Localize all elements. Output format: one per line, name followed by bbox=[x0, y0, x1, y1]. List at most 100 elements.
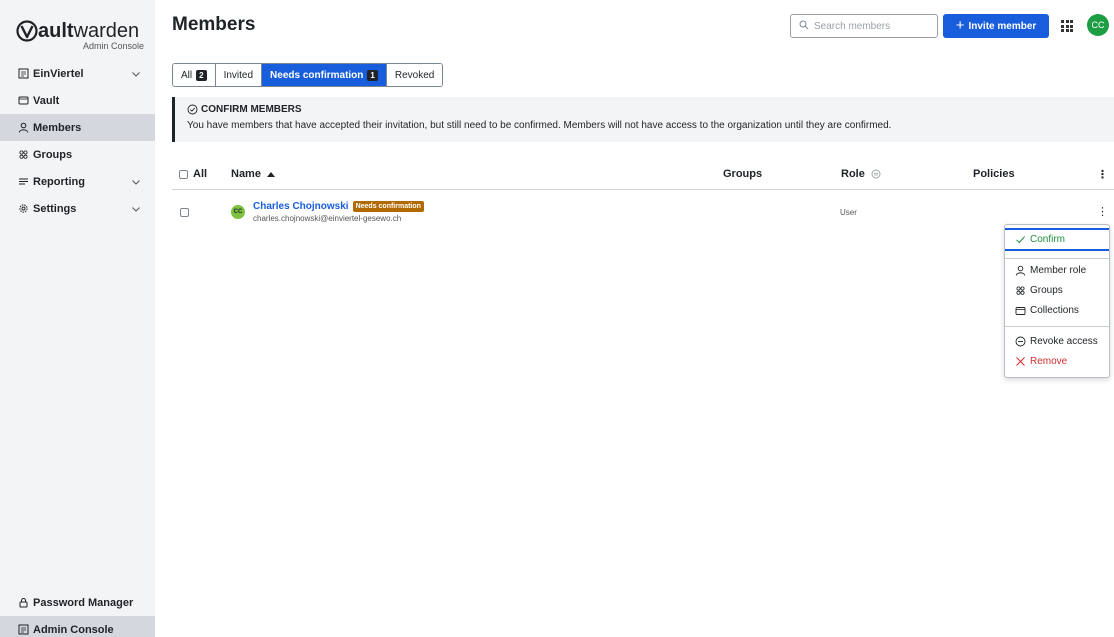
tab-needs-confirmation[interactable]: Needs confirmation 1 bbox=[262, 64, 387, 86]
sidebar-item-label: Password Manager bbox=[33, 596, 134, 609]
vault-icon bbox=[17, 95, 29, 107]
row-checkbox[interactable] bbox=[180, 208, 189, 217]
tab-label: Revoked bbox=[394, 69, 435, 81]
member-status-tabs: All 2 Invited Needs confirmation 1 Revok… bbox=[172, 63, 444, 87]
status-badge: Needs confirmation bbox=[352, 201, 424, 212]
menu-item-member-role[interactable]: Member role bbox=[1005, 260, 1109, 280]
column-header-groups: Groups bbox=[723, 168, 763, 180]
sidebar: ault warden Admin Console EinViertel Vaul… bbox=[0, 0, 155, 637]
chevron-down-icon bbox=[131, 69, 141, 79]
close-icon bbox=[1015, 356, 1026, 367]
row-options-icon[interactable]: ⋮ bbox=[1097, 205, 1108, 218]
menu-divider bbox=[1005, 326, 1109, 327]
reporting-icon bbox=[17, 176, 29, 188]
check-circle-icon bbox=[187, 104, 198, 115]
sidebar-item-label: Groups bbox=[33, 148, 73, 161]
invite-member-label: Invite member bbox=[968, 20, 1037, 32]
column-header-name[interactable]: Name bbox=[231, 168, 275, 180]
callout-text: You have members that have accepted thei… bbox=[187, 120, 892, 131]
check-icon bbox=[1015, 234, 1026, 245]
tab-label: Invited bbox=[223, 69, 254, 81]
search-icon bbox=[799, 17, 809, 35]
org-icon bbox=[17, 68, 29, 80]
select-all-checkbox[interactable] bbox=[179, 169, 188, 179]
sidebar-item-label: Members bbox=[33, 121, 82, 134]
account-avatar[interactable]: CC bbox=[1087, 14, 1109, 36]
sidebar-item-label: Reporting bbox=[33, 175, 85, 188]
sidebar-item-label: Vault bbox=[33, 94, 60, 107]
sidebar-item-label: Settings bbox=[33, 202, 77, 215]
column-header-policies: Policies bbox=[973, 168, 1015, 180]
menu-item-confirm[interactable]: Confirm bbox=[1005, 228, 1109, 251]
groups-icon bbox=[17, 149, 29, 161]
tab-revoked[interactable]: Revoked bbox=[386, 64, 443, 86]
app-switcher-icon[interactable] bbox=[1061, 20, 1073, 32]
groups-icon bbox=[1015, 285, 1026, 296]
member-email: charles.chojnowski@einviertel-gesewo.ch bbox=[253, 214, 402, 223]
sidebar-item-groups[interactable]: Groups bbox=[0, 141, 155, 168]
menu-item-label: Collections bbox=[1030, 304, 1079, 316]
menu-item-revoke-access[interactable]: Revoke access bbox=[1005, 331, 1109, 351]
sidebar-item-password-manager[interactable]: Password Manager bbox=[0, 589, 155, 616]
table-row: CC Charles Chojnowski Needs confirmation… bbox=[172, 192, 1114, 232]
info-icon[interactable] bbox=[871, 169, 881, 179]
sidebar-item-vault[interactable]: Vault bbox=[0, 87, 155, 114]
column-label: Name bbox=[231, 168, 261, 180]
menu-item-label: Member role bbox=[1030, 264, 1087, 276]
tab-count-badge: 2 bbox=[196, 69, 207, 81]
bulk-options-icon[interactable]: ⋮ bbox=[1097, 168, 1108, 181]
logo-text-rest: warden bbox=[73, 20, 140, 42]
member-name-link[interactable]: Charles Chojnowski bbox=[253, 201, 349, 212]
invite-member-button[interactable]: + Invite member bbox=[943, 14, 1049, 38]
sidebar-item-reporting[interactable]: Reporting bbox=[0, 168, 155, 195]
logo-subtitle: Admin Console bbox=[82, 41, 144, 51]
column-header-role: Role bbox=[841, 168, 881, 180]
sort-ascending-icon bbox=[266, 171, 275, 177]
shield-v-icon bbox=[16, 20, 38, 42]
menu-item-label: Groups bbox=[1030, 284, 1063, 296]
menu-item-groups[interactable]: Groups bbox=[1005, 280, 1109, 300]
member-role: User bbox=[840, 208, 857, 217]
sidebar-item-einviertel[interactable]: EinViertel bbox=[0, 60, 155, 87]
sidebar-item-settings[interactable]: Settings bbox=[0, 195, 155, 222]
menu-item-remove[interactable]: Remove bbox=[1005, 351, 1109, 371]
tab-all[interactable]: All 2 bbox=[173, 64, 216, 86]
user-icon bbox=[17, 122, 29, 134]
org-icon bbox=[17, 624, 29, 636]
sidebar-item-members[interactable]: Members bbox=[0, 114, 155, 141]
sidebar-item-admin-console[interactable]: Admin Console bbox=[0, 616, 155, 637]
menu-item-collections[interactable]: Collections bbox=[1005, 300, 1109, 320]
sidebar-nav: EinViertel Vault Members Groups Reportin… bbox=[0, 60, 155, 222]
revoke-icon bbox=[1015, 336, 1026, 347]
tab-label: Needs confirmation bbox=[270, 69, 364, 81]
search-input[interactable] bbox=[814, 20, 934, 32]
sidebar-item-label: Admin Console bbox=[33, 623, 114, 636]
gear-icon bbox=[17, 203, 29, 215]
confirm-members-callout: CONFIRM MEMBERS You have members that ha… bbox=[172, 97, 1114, 142]
tab-count-badge: 1 bbox=[367, 69, 378, 81]
members-table-header: All Name Groups Role Policies ⋮ bbox=[172, 158, 1114, 190]
avatar: CC bbox=[231, 205, 245, 219]
chevron-down-icon bbox=[131, 204, 141, 214]
menu-divider bbox=[1005, 258, 1109, 259]
lock-icon bbox=[17, 597, 29, 609]
tab-label: All bbox=[181, 69, 193, 81]
callout-title: CONFIRM MEMBERS bbox=[201, 104, 302, 115]
column-label: Role bbox=[841, 168, 865, 180]
tab-invited[interactable]: Invited bbox=[215, 64, 263, 86]
menu-item-label: Revoke access bbox=[1030, 335, 1098, 347]
logo-text-bold: ault bbox=[38, 20, 74, 42]
row-options-menu: Confirm Member role Groups Collections R… bbox=[1004, 224, 1110, 378]
plus-icon: + bbox=[955, 17, 965, 34]
search-box[interactable] bbox=[790, 14, 938, 38]
sidebar-item-label: EinViertel bbox=[33, 67, 84, 80]
vaultwarden-logo[interactable]: ault warden Admin Console bbox=[16, 20, 146, 52]
collections-icon bbox=[1015, 305, 1026, 316]
sidebar-bottom-nav: Password Manager Admin Console bbox=[0, 589, 155, 637]
menu-item-label: Remove bbox=[1030, 355, 1068, 367]
select-all[interactable]: All bbox=[179, 168, 207, 180]
page-title: Members bbox=[172, 14, 256, 35]
select-all-label: All bbox=[193, 168, 208, 180]
chevron-down-icon bbox=[131, 177, 141, 187]
menu-item-label: Confirm bbox=[1030, 234, 1066, 245]
